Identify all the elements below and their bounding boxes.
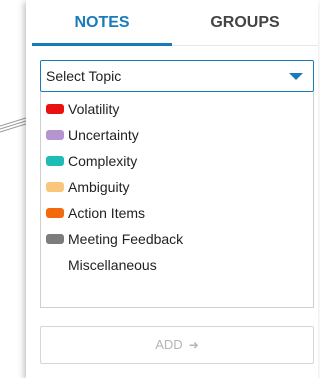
- color-swatch-icon: [46, 182, 64, 192]
- topic-option-label: Ambiguity: [68, 179, 130, 195]
- topic-option-meeting-feedback[interactable]: Meeting Feedback: [41, 226, 313, 252]
- color-swatch-icon: [46, 104, 64, 114]
- tab-bar: NOTES GROUPS: [32, 0, 318, 46]
- color-swatch-icon: [46, 156, 64, 166]
- topic-option-ambiguity[interactable]: Ambiguity: [41, 174, 313, 200]
- topic-option-label: Complexity: [68, 153, 138, 169]
- topic-option-label: Volatility: [68, 101, 120, 117]
- topic-option-label: Meeting Feedback: [68, 231, 184, 247]
- topic-dropdown-list: Volatility Uncertainty Complexity Ambigu…: [40, 92, 314, 308]
- color-swatch-icon: [46, 130, 64, 140]
- topic-option-label: Uncertainty: [68, 127, 139, 143]
- topic-option-label: Action Items: [68, 205, 146, 221]
- add-button[interactable]: ADD ➜: [40, 326, 314, 364]
- arrow-right-icon: ➜: [188, 338, 199, 352]
- topic-option-label: Miscellaneous: [68, 257, 157, 273]
- topic-select[interactable]: Select Topic: [40, 60, 314, 92]
- topic-select-value: Select Topic: [46, 68, 122, 84]
- color-swatch-icon: [46, 234, 64, 244]
- topic-option-action-items[interactable]: Action Items: [41, 200, 313, 226]
- add-button-label: ADD: [155, 337, 183, 352]
- caret-down-icon: [289, 73, 303, 80]
- notes-panel: NOTES GROUPS Select Topic Volatility Unc…: [26, 0, 318, 378]
- active-tab-indicator: [32, 43, 172, 46]
- topic-option-complexity[interactable]: Complexity: [41, 148, 313, 174]
- color-swatch-icon: [46, 208, 64, 218]
- topic-option-miscellaneous[interactable]: Miscellaneous: [41, 252, 313, 278]
- topic-option-uncertainty[interactable]: Uncertainty: [41, 122, 313, 148]
- topic-option-volatility[interactable]: Volatility: [41, 96, 313, 122]
- tab-groups[interactable]: GROUPS: [172, 0, 318, 46]
- tab-notes[interactable]: NOTES: [32, 0, 172, 46]
